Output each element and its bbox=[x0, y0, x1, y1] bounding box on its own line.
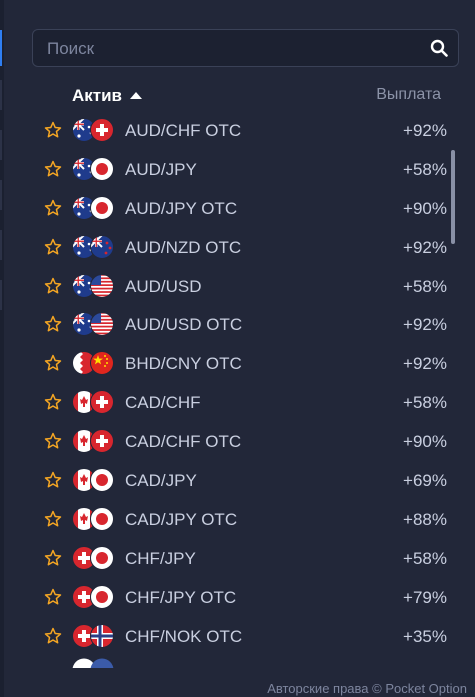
sidebar-divider bbox=[0, 80, 2, 110]
asset-row[interactable]: CAD/CHF +58% bbox=[0, 383, 460, 422]
asset-row[interactable]: CAD/CHF OTC +90% bbox=[0, 422, 460, 461]
favorite-star-icon[interactable] bbox=[44, 315, 62, 333]
column-header-payout[interactable]: Выплата bbox=[376, 86, 441, 104]
asset-payout: +58% bbox=[403, 393, 447, 413]
currency-pair-flags-icon bbox=[72, 623, 114, 648]
favorite-star-icon[interactable] bbox=[44, 354, 62, 372]
favorite-star-icon[interactable] bbox=[44, 393, 62, 411]
asset-row[interactable]: AUD/USD OTC +92% bbox=[0, 305, 460, 344]
asset-payout: +35% bbox=[403, 626, 447, 646]
favorite-star-icon[interactable] bbox=[44, 471, 62, 489]
asset-payout: +92% bbox=[403, 354, 447, 374]
asset-row[interactable]: BHD/CNY OTC +92% bbox=[0, 344, 460, 383]
asset-payout: +90% bbox=[403, 432, 447, 452]
currency-pair-flags-icon bbox=[72, 156, 114, 181]
currency-pair-flags-icon bbox=[72, 429, 114, 454]
asset-payout: +79% bbox=[403, 587, 447, 607]
asset-name[interactable]: AUD/CHF OTC bbox=[125, 121, 241, 141]
currency-pair-flags-icon bbox=[72, 390, 114, 415]
favorite-star-icon[interactable] bbox=[44, 627, 62, 645]
asset-payout: +69% bbox=[403, 471, 447, 491]
asset-list: AUD/CHF OTC +92% AUD/JPY +58% AUD/JPY OT… bbox=[0, 111, 460, 655]
search-box[interactable] bbox=[32, 29, 459, 68]
asset-row[interactable]: CAD/JPY +69% bbox=[0, 461, 460, 500]
asset-row[interactable]: AUD/NZD OTC +92% bbox=[0, 228, 460, 267]
favorite-star-icon[interactable] bbox=[44, 510, 62, 528]
favorite-star-icon[interactable] bbox=[44, 199, 62, 217]
asset-payout: +58% bbox=[403, 548, 447, 568]
scrollbar-thumb[interactable] bbox=[451, 150, 455, 244]
currency-pair-flags-icon bbox=[72, 506, 114, 531]
asset-payout: +58% bbox=[403, 159, 447, 179]
asset-row[interactable]: AUD/JPY +58% bbox=[0, 150, 460, 189]
asset-name[interactable]: AUD/JPY OTC bbox=[125, 199, 237, 219]
active-indicator bbox=[0, 30, 2, 66]
currency-pair-flags-icon bbox=[72, 273, 114, 298]
currency-pair-flags-icon bbox=[72, 584, 114, 609]
asset-payout: +88% bbox=[403, 509, 447, 529]
asset-name[interactable]: AUD/USD bbox=[125, 277, 202, 297]
asset-name[interactable]: CAD/JPY OTC bbox=[125, 510, 237, 530]
asset-name[interactable]: CAD/JPY bbox=[125, 471, 197, 491]
currency-pair-flags-icon bbox=[72, 234, 114, 259]
asset-payout: +92% bbox=[403, 237, 447, 257]
asset-row[interactable]: AUD/USD +58% bbox=[0, 267, 460, 306]
asset-name[interactable]: CHF/JPY bbox=[125, 549, 196, 569]
favorite-star-icon[interactable] bbox=[44, 121, 62, 139]
partial-flags-next-row bbox=[72, 658, 116, 668]
asset-name[interactable]: CAD/CHF bbox=[125, 393, 201, 413]
asset-payout: +58% bbox=[403, 276, 447, 296]
search-icon[interactable] bbox=[430, 39, 448, 57]
favorite-star-icon[interactable] bbox=[44, 238, 62, 256]
favorite-star-icon[interactable] bbox=[44, 432, 62, 450]
asset-name[interactable]: AUD/USD OTC bbox=[125, 315, 242, 335]
currency-pair-flags-icon bbox=[72, 351, 114, 376]
favorite-star-icon[interactable] bbox=[44, 588, 62, 606]
currency-pair-flags-icon bbox=[72, 545, 114, 570]
asset-name[interactable]: CHF/NOK OTC bbox=[125, 627, 242, 647]
search-input[interactable] bbox=[45, 30, 419, 68]
favorite-star-icon[interactable] bbox=[44, 160, 62, 178]
copyright-text: Авторские права © Pocket Option bbox=[267, 681, 467, 696]
currency-pair-flags-icon bbox=[72, 312, 114, 337]
asset-row[interactable]: CHF/NOK OTC +35% bbox=[0, 617, 460, 656]
asset-name[interactable]: CAD/CHF OTC bbox=[125, 432, 241, 452]
asset-name[interactable]: AUD/NZD OTC bbox=[125, 238, 241, 258]
asset-name[interactable]: AUD/JPY bbox=[125, 160, 197, 180]
asset-name[interactable]: CHF/JPY OTC bbox=[125, 588, 236, 608]
asset-row[interactable]: AUD/JPY OTC +90% bbox=[0, 189, 460, 228]
asset-payout: +92% bbox=[403, 121, 447, 140]
currency-pair-flags-icon bbox=[72, 195, 114, 220]
sort-ascending-icon[interactable] bbox=[130, 92, 142, 99]
asset-row[interactable]: CAD/JPY OTC +88% bbox=[0, 500, 460, 539]
favorite-star-icon[interactable] bbox=[44, 277, 62, 295]
asset-name[interactable]: BHD/CNY OTC bbox=[125, 354, 242, 374]
asset-row[interactable]: CHF/JPY OTC +79% bbox=[0, 578, 460, 617]
asset-row[interactable]: AUD/CHF OTC +92% bbox=[0, 111, 460, 150]
column-header-asset[interactable]: Актив bbox=[72, 86, 122, 106]
currency-pair-flags-icon bbox=[72, 118, 114, 142]
currency-pair-flags-icon bbox=[72, 468, 114, 493]
asset-payout: +90% bbox=[403, 198, 447, 218]
asset-payout: +92% bbox=[403, 315, 447, 335]
asset-row[interactable]: CHF/JPY +58% bbox=[0, 539, 460, 578]
favorite-star-icon[interactable] bbox=[44, 549, 62, 567]
